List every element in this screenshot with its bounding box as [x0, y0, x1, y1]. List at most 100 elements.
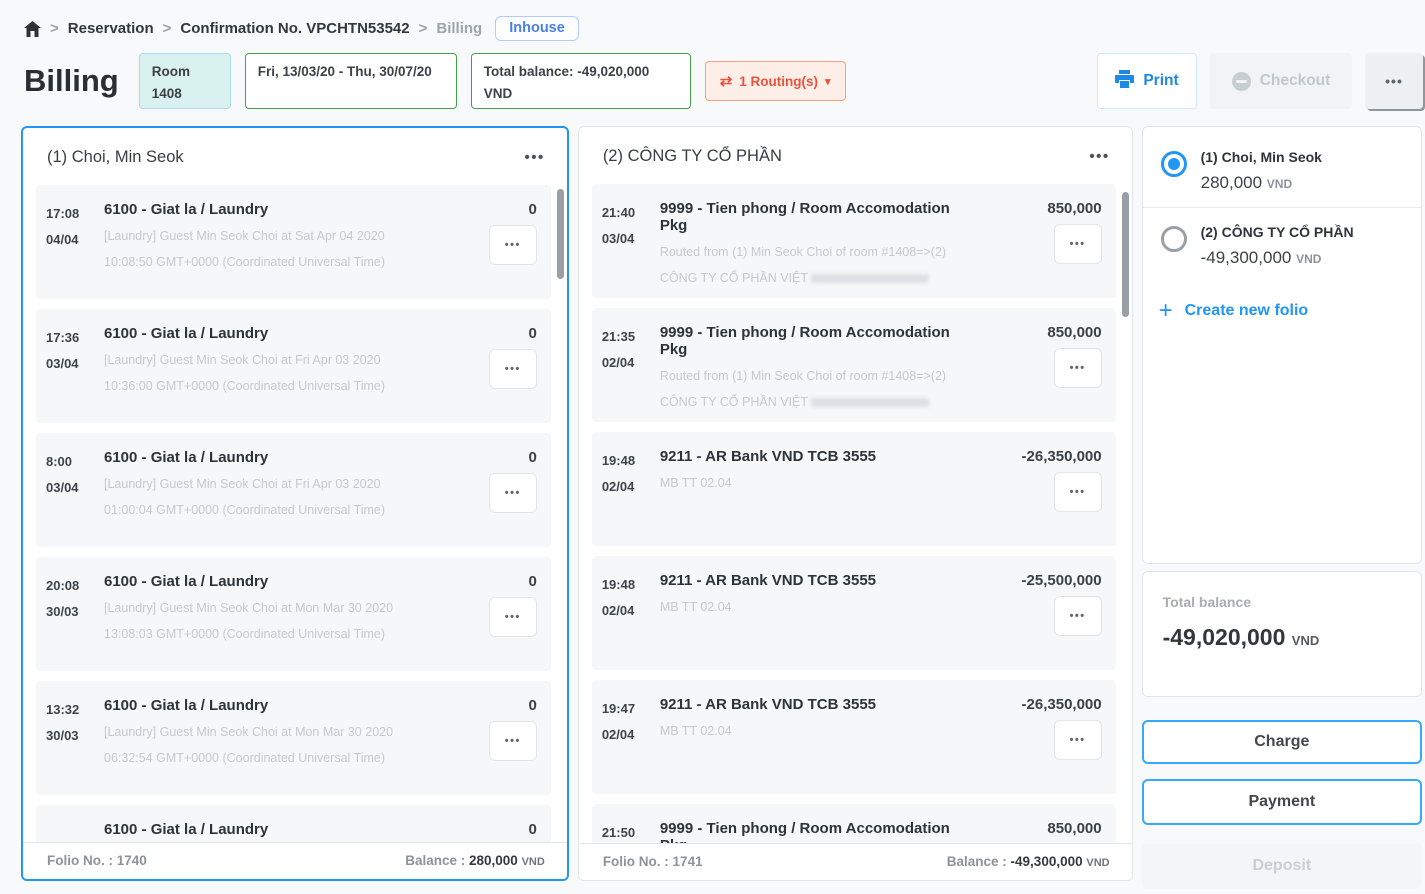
transaction-time: 21:40 — [602, 205, 660, 220]
home-icon[interactable] — [24, 21, 41, 37]
transaction-timestamp: 19:4802/04 — [602, 448, 660, 536]
transaction-menu-button[interactable]: ••• — [1054, 720, 1102, 760]
folio-menu-button[interactable]: ••• — [1089, 148, 1109, 165]
transaction-timestamp: 21:40 03/04 — [602, 200, 660, 288]
transaction-menu-button[interactable]: ••• — [489, 473, 537, 513]
transaction-date: 03/04 — [46, 356, 104, 371]
folio-sidebar: (1) Choi, Min Seok280,000 VND(2) CÔNG TY… — [1142, 126, 1422, 889]
transaction-description: MB TT 02.04 — [660, 594, 972, 620]
transaction-time: 19:47 — [602, 701, 660, 716]
total-balance-value: -49,020,000 VND — [1163, 624, 1401, 651]
transaction-amount-area: 850,000••• — [986, 324, 1102, 412]
transaction-description: [Laundry] Guest Min Seok Choi at Fri Apr… — [104, 471, 407, 524]
transaction-description: [Laundry] Guest Min Seok Choi at Fri Apr… — [104, 347, 407, 400]
transaction-amount: 0 — [528, 697, 536, 714]
breadcrumb-item[interactable]: Reservation — [68, 20, 154, 37]
breadcrumb-separator: > — [50, 20, 59, 37]
transaction-description: MB TT 02.04 — [660, 718, 972, 744]
folio-panel-1[interactable]: (1) Choi, Min Seok ••• 17:0804/046100 - … — [21, 126, 569, 881]
folio-name: (1) Choi, Min Seok — [47, 148, 184, 167]
folio-number: Folio No. : 1740 — [47, 853, 147, 868]
transaction-time: 8:00 — [46, 454, 104, 469]
folio-menu-button[interactable]: ••• — [525, 149, 545, 166]
transaction-menu-button[interactable]: ••• — [489, 597, 537, 637]
amount-currency: VND — [1296, 252, 1321, 266]
folio-option[interactable]: (2) CÔNG TY CỔ PHẦN-49,300,000 VND — [1143, 207, 1421, 282]
transaction-card: 17:36 03/046100 - Giat la / Laundry[Laund… — [36, 309, 551, 423]
transaction-card: 20:0830/036100 - Giat la / Laundry[Laund… — [36, 557, 551, 671]
transaction-body: 6100 - Giat la / Laundry[Laundry] Guest … — [104, 325, 421, 413]
transaction-date: 02/04 — [602, 727, 660, 742]
transaction-amount: -26,350,000 — [1022, 696, 1102, 713]
transaction-list: 17:0804/046100 - Giat la / Laundry[Laund… — [23, 181, 567, 842]
transaction-title: 9211 - AR Bank VND TCB 3555 — [660, 696, 972, 713]
transaction-title: 9999 - Tien phong / Room Accomodation Pk… — [660, 324, 972, 358]
charge-button[interactable]: Charge — [1142, 720, 1422, 764]
folio-balance: Balance : -49,300,000 VND — [947, 854, 1110, 869]
transaction-time: 13:32 — [46, 702, 104, 717]
scrollbar-thumb[interactable] — [557, 189, 564, 279]
breadcrumb: >Reservation>Confirmation No. VPCHTN5354… — [0, 0, 1425, 41]
transaction-menu-button[interactable]: ••• — [489, 225, 537, 265]
radio-icon[interactable] — [1161, 226, 1187, 252]
print-button[interactable]: Print — [1097, 53, 1197, 109]
transaction-title: 6100 - Giat la / Laundry — [104, 821, 407, 838]
folio-panel-2[interactable]: (2) CÔNG TY CỔ PHẦN ••• 21:4003/049999 -… — [578, 126, 1133, 881]
transaction-amount-area: 850,000••• — [986, 820, 1102, 843]
transaction-description: MB TT 02.04 — [660, 470, 972, 496]
transaction-title: 9211 - AR Bank VND TCB 3555 — [660, 448, 972, 465]
transaction-body: 6100 - Giat la / Laundry[Laundry] Guest … — [104, 697, 421, 785]
transaction-menu-button[interactable]: ••• — [489, 349, 537, 389]
transaction-amount-area: -26,350,000••• — [986, 448, 1102, 536]
breadcrumb-item[interactable]: Confirmation No. VPCHTN53542 — [180, 20, 409, 37]
transaction-menu-button[interactable]: ••• — [1054, 596, 1102, 636]
transaction-timestamp: 17:0804/04 — [46, 201, 104, 289]
transaction-body: 6100 - Giat la / Laundry[Laundry] Guest … — [104, 573, 421, 661]
transaction-timestamp: 19:4802/04 — [602, 572, 660, 660]
amount-currency: VND — [1267, 177, 1292, 191]
transaction-timestamp: 20:0830/03 — [46, 573, 104, 661]
transaction-menu-button[interactable]: ••• — [1054, 472, 1102, 512]
transaction-body: 9211 - AR Bank VND TCB 3555 MB TT 02.04 — [660, 448, 986, 536]
transaction-title: 6100 - Giat la / Laundry — [104, 201, 407, 218]
total-balance-label: Total balance — [1163, 594, 1401, 610]
transaction-timestamp: 21:50 — [602, 820, 660, 843]
transaction-date: 03/04 — [602, 231, 660, 246]
transaction-menu-button[interactable]: ••• — [1054, 224, 1102, 264]
transaction-menu-button[interactable]: ••• — [489, 721, 537, 761]
transaction-title: 9211 - AR Bank VND TCB 3555 — [660, 572, 972, 589]
transaction-body: 9211 - AR Bank VND TCB 3555 MB TT 02.04 — [660, 696, 986, 784]
folio-number: Folio No. : 1741 — [603, 854, 703, 869]
folio-option[interactable]: (1) Choi, Min Seok280,000 VND — [1143, 133, 1421, 207]
transaction-amount: -25,500,000 — [1022, 572, 1102, 589]
transaction-amount-area: -26,350,000 ••• — [986, 696, 1102, 784]
transaction-amount-area: -25,500,000 ••• — [986, 572, 1102, 660]
breadcrumb-item: Billing — [436, 20, 482, 37]
printer-icon — [1115, 70, 1134, 93]
create-new-folio-button[interactable]: + Create new folio — [1143, 282, 1421, 340]
transaction-time: 21:35 — [602, 329, 660, 344]
transaction-time: 17:08 — [46, 206, 104, 221]
deposit-button: Deposit — [1142, 843, 1422, 889]
payment-button[interactable]: Payment — [1142, 779, 1422, 825]
transaction-body: 9999 - Tien phong / Room Accomodation Pk… — [660, 820, 986, 843]
transaction-menu-button[interactable]: ••• — [1054, 348, 1102, 388]
transaction-description: [Laundry] Guest Min Seok Choi at Mon Mar… — [104, 719, 407, 772]
routing-dropdown[interactable]: ⇄ 1 Routing(s) ▾ — [705, 61, 846, 101]
routing-arrows-icon: ⇄ — [720, 72, 733, 90]
transaction-amount-area: 850,000••• — [986, 200, 1102, 288]
header-more-button[interactable]: ••• — [1365, 53, 1423, 109]
transaction-date: 03/04 — [46, 480, 104, 495]
transaction-card: 19:47 02/049211 - AR Bank VND TCB 3555 MB … — [592, 680, 1116, 794]
scrollbar-thumb[interactable] — [1122, 192, 1129, 317]
transaction-title: 9999 - Tien phong / Room Accomodation Pk… — [660, 820, 972, 843]
transaction-card: 19:4802/049211 - AR Bank VND TCB 3555 MB … — [592, 556, 1116, 670]
transaction-time: 19:48 — [602, 453, 660, 468]
transaction-amount-area: 0••• — [421, 573, 537, 661]
radio-selected-icon[interactable] — [1161, 151, 1187, 177]
transaction-amount-area: 0••• — [421, 449, 537, 537]
transaction-time: 17:36 — [46, 330, 104, 345]
page-title: Billing — [24, 63, 119, 99]
transaction-body: 9999 - Tien phong / Room Accomodation Pk… — [660, 324, 986, 412]
amount-value: 280,000 — [1201, 173, 1262, 192]
